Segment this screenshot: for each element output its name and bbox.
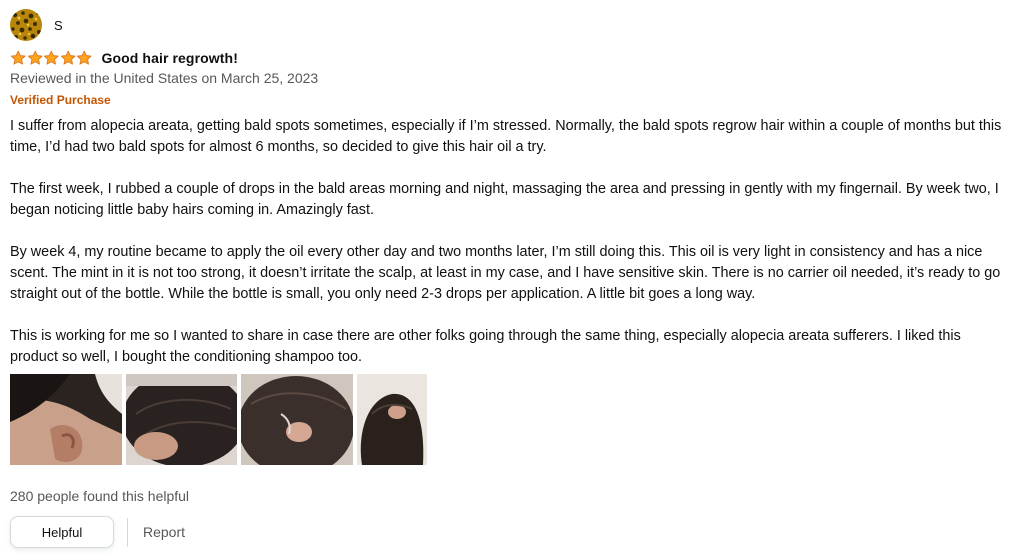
review-image-4[interactable] xyxy=(356,374,427,465)
verified-purchase-badge: Verified Purchase xyxy=(10,93,111,107)
review-image-3[interactable] xyxy=(241,374,353,465)
review-paragraph: This is working for me so I wanted to sh… xyxy=(10,328,961,365)
reviewer-name[interactable]: S xyxy=(54,18,63,33)
action-divider xyxy=(127,517,128,547)
star-icon xyxy=(76,50,92,65)
helpful-button[interactable]: Helpful xyxy=(10,516,114,548)
star-icon xyxy=(10,50,26,65)
star-icon xyxy=(43,50,59,65)
report-link[interactable]: Report xyxy=(143,524,185,540)
helpful-count: 280 people found this helpful xyxy=(10,488,190,504)
reviewer-profile[interactable]: S xyxy=(10,9,63,41)
star-rating[interactable] xyxy=(10,50,93,66)
review-body: I suffer from alopecia areata, getting b… xyxy=(10,116,1010,389)
review-title-row: Good hair regrowth! xyxy=(10,48,238,68)
review-image-2[interactable] xyxy=(125,374,237,465)
review-paragraph: I suffer from alopecia areata, getting b… xyxy=(10,118,1002,155)
review-actions: Helpful Report xyxy=(10,516,185,548)
avatar[interactable] xyxy=(10,9,42,41)
review-images xyxy=(10,374,427,465)
review-title[interactable]: Good hair regrowth! xyxy=(102,50,238,66)
star-icon xyxy=(27,50,43,65)
star-icon xyxy=(60,50,76,65)
review-image-1[interactable] xyxy=(10,374,122,465)
avatar-pattern-icon xyxy=(10,9,42,41)
review-paragraph: By week 4, my routine became to apply th… xyxy=(10,244,1001,302)
review-paragraph: The first week, I rubbed a couple of dro… xyxy=(10,181,999,218)
review-date: Reviewed in the United States on March 2… xyxy=(10,70,319,86)
